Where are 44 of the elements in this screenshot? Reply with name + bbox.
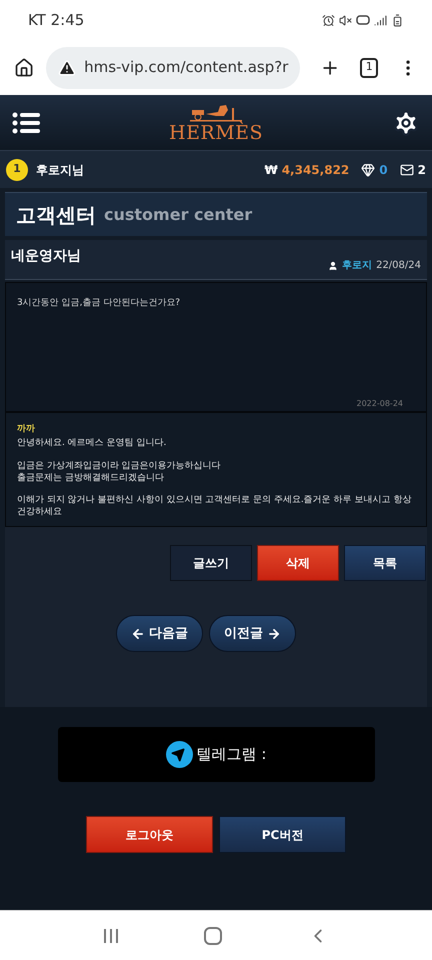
footer-button[interactable]: 로그아웃 [86, 816, 213, 853]
battery-icon [391, 14, 404, 26]
user-name: 후로지님 [36, 162, 84, 178]
currency-symbol: ₩ [264, 162, 278, 178]
action-button[interactable]: 목록 [344, 545, 426, 581]
post-date: 22/08/24 [376, 259, 421, 273]
post-author[interactable]: 후로지 [342, 258, 372, 273]
action-button[interactable]: 삭제 [257, 545, 339, 581]
footer-button[interactable]: PC버전 [219, 816, 346, 853]
menu-icon[interactable] [12, 112, 40, 134]
tab-count[interactable]: 1 [360, 58, 378, 78]
next-post-button[interactable]: 다음글 [116, 615, 203, 652]
address-bar[interactable]: hms-vip.com/content.asp?r [46, 46, 300, 88]
status-time: KT 2:45 [28, 10, 84, 31]
answer-author: 까까 [17, 423, 36, 436]
mute-icon [339, 14, 352, 26]
home-button-icon[interactable] [204, 926, 222, 944]
answer-text: 이해가 되지 않거나 불편하신 사항이 있으시면 고객센터로 문의 주세요.즐거운 하루 보내시고 항상 건강하세요 [17, 494, 412, 518]
url-text: hms-vip.com/content.asp?r [84, 57, 288, 78]
answer-text: 입금은 가상계좌입금이라 입금은이용가능하십니다 출금문제는 금방해결해드리겠습니다 [17, 460, 222, 484]
telegram-label: 텔레그램 : [196, 744, 266, 766]
post-title: 네운영자님 [11, 247, 81, 266]
action-button[interactable]: 글쓰기 [170, 545, 252, 581]
warning-icon [58, 58, 76, 76]
diamond-icon [361, 162, 376, 176]
user-icon [328, 260, 338, 270]
message-count: 2 [418, 162, 426, 178]
logo-text: HERMÈS [169, 124, 263, 143]
question-text: 3시간동안 입금,출금 다안된다는건가요? [17, 297, 182, 310]
answer-text: 안녕하세요. 에르메스 운영팀 입니다. [17, 436, 168, 450]
telegram-icon [166, 741, 193, 768]
signal-icon [374, 14, 387, 26]
message-icon [400, 162, 414, 176]
page-title: 고객센터 [16, 202, 96, 228]
question-date: 2022-08-24 [356, 398, 403, 410]
points-value: 0 [379, 162, 388, 178]
recent-apps-icon[interactable] [102, 928, 119, 944]
telegram-banner[interactable]: 텔레그램 : [58, 727, 374, 782]
level-badge: 1 [6, 158, 28, 180]
home-icon[interactable] [14, 56, 34, 80]
balance-value: 4,345,822 [282, 162, 350, 178]
previous-post-button[interactable]: 이전글 [209, 615, 296, 652]
page-subtitle: customer center [104, 204, 252, 226]
alarm-icon [322, 14, 335, 26]
